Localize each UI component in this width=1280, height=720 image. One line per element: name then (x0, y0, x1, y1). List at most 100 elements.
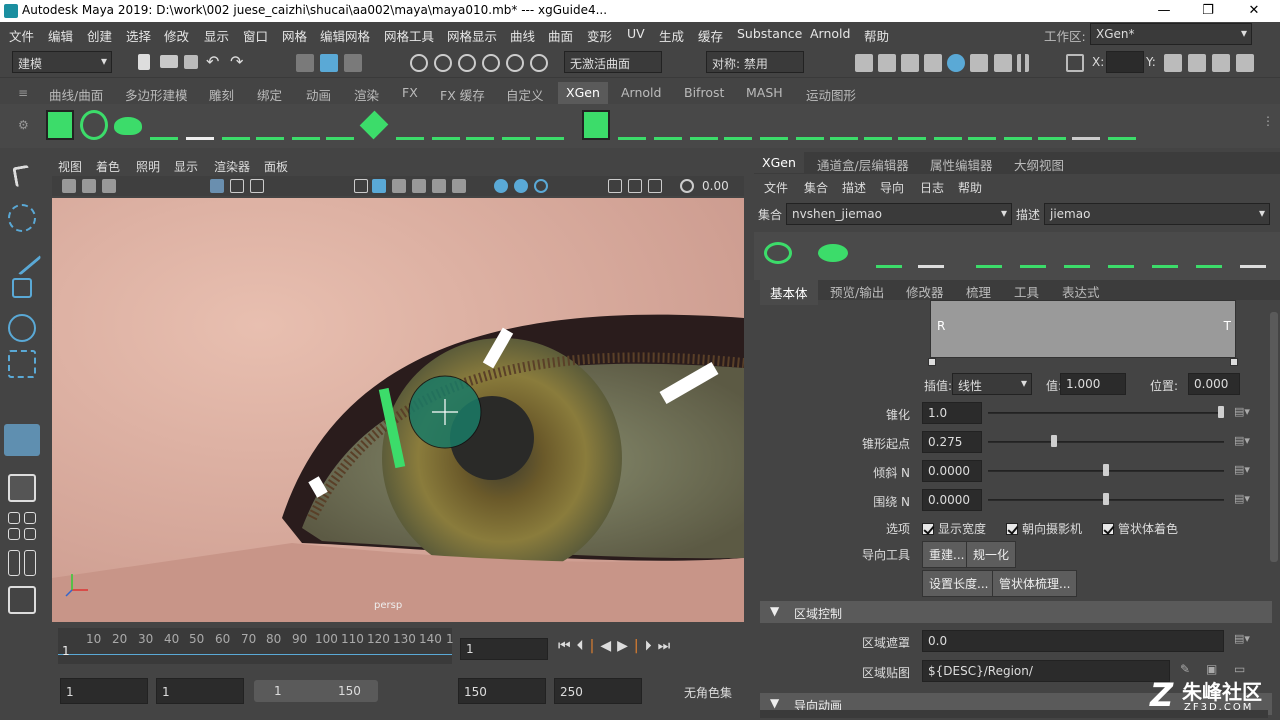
menu-edit-mesh[interactable]: 编辑网格 (320, 26, 370, 45)
viewport-menu-view[interactable]: 视图 (58, 158, 82, 175)
two-side-layout-icon[interactable] (24, 512, 36, 524)
show-channel-box-icon[interactable] (1236, 54, 1254, 72)
render-view-icon[interactable] (947, 54, 965, 72)
groom-place-icon[interactable] (654, 110, 682, 140)
exposure-icon[interactable] (680, 179, 694, 193)
wireframe-icon[interactable] (354, 179, 368, 193)
add-guide-icon[interactable] (150, 110, 178, 140)
guide-to-curve-icon[interactable] (466, 110, 494, 140)
groom-comb-icon[interactable] (690, 110, 718, 140)
sculpt-guide-icon[interactable] (1196, 240, 1222, 268)
option-tube-shade[interactable]: 管状体着色 (1102, 520, 1178, 537)
key-back-icon[interactable]: | (590, 638, 601, 654)
select-tool-icon[interactable] (12, 164, 32, 188)
shelf-tab-bifrost[interactable]: Bifrost (684, 85, 724, 100)
xgen-menu-file[interactable]: 文件 (764, 179, 788, 196)
menu-mesh[interactable]: 网格 (282, 26, 307, 45)
redo-icon[interactable]: ↷ (230, 52, 243, 71)
create-interactive-groom-icon[interactable] (818, 244, 848, 262)
scale-tool-icon[interactable] (8, 350, 36, 378)
lock-guide-icon[interactable] (1064, 240, 1090, 268)
show-guide-icon[interactable] (256, 110, 284, 140)
shelf-tab-sculpt[interactable]: 雕刻 (209, 85, 234, 104)
interp-dropdown[interactable]: 线性 ▾ (952, 373, 1032, 395)
shelf-tab-custom[interactable]: 自定义 (506, 85, 544, 104)
xray-icon[interactable] (514, 179, 528, 193)
ipr-render-icon[interactable] (878, 54, 896, 72)
lock-guide-icon[interactable] (292, 110, 320, 140)
save-scene-icon[interactable] (184, 55, 198, 69)
shelf-tab-fx-cache[interactable]: FX 缓存 (440, 85, 485, 104)
menu-edit[interactable]: 编辑 (48, 26, 73, 45)
shelf-tab-xgen[interactable]: XGen (558, 82, 608, 104)
attr-options-icon[interactable]: ▤▾ (1234, 492, 1250, 505)
snap-curve-icon[interactable] (434, 54, 452, 72)
create-interactive-groom-icon[interactable] (114, 117, 142, 135)
sculpt-guide-icon[interactable] (432, 110, 460, 140)
set-length-button[interactable]: 设置长度... (922, 570, 996, 597)
lasso-tool-icon[interactable] (8, 204, 36, 232)
transform-mode-icon[interactable] (1066, 54, 1084, 72)
menu-mesh-tools[interactable]: 网格工具 (384, 26, 434, 45)
guide-grass-icon[interactable] (1108, 240, 1134, 268)
option-face-camera[interactable]: 朝向摄影机 (1006, 520, 1082, 537)
ramp-position-input[interactable]: 0.000 (1188, 373, 1240, 395)
region-mask-input[interactable]: 0.0 (922, 630, 1224, 652)
menu-create[interactable]: 创建 (87, 26, 112, 45)
menu-help[interactable]: 帮助 (864, 26, 889, 45)
groom-clump-icon[interactable] (864, 110, 892, 140)
rebuild-guide-icon[interactable] (1152, 240, 1178, 268)
shelf-tab-mash[interactable]: MASH (746, 85, 783, 100)
rebuild-button[interactable]: 重建... (922, 541, 972, 568)
close-button[interactable]: ✕ (1244, 1, 1264, 21)
create-description-icon[interactable] (80, 110, 108, 140)
place-guide-icon[interactable] (918, 240, 944, 268)
start-time-input[interactable]: 1 (60, 678, 148, 704)
add-point-icon[interactable] (976, 240, 1002, 268)
go-to-end-icon[interactable]: ⏭ (658, 638, 677, 654)
go-to-start-icon[interactable]: ⏮ (558, 638, 577, 654)
attr-options-icon[interactable]: ▤▾ (1234, 434, 1250, 447)
persp-graph-layout-icon[interactable] (8, 550, 20, 576)
show-modeling-toolkit-icon[interactable] (1164, 54, 1182, 72)
time-slider[interactable]: 10 20 30 40 50 60 70 80 90 100 110 120 1… (52, 628, 752, 664)
ramp-value-input[interactable]: 1.000 (1060, 373, 1126, 395)
paint-map-icon[interactable]: ✎ (1180, 662, 1190, 676)
panel-tab-attribute-editor[interactable]: 属性编辑器 (930, 155, 993, 174)
groom-freeze-icon[interactable] (1038, 110, 1066, 140)
render-frame-icon[interactable] (855, 54, 873, 72)
sub-tab-grooming[interactable]: 梳理 (966, 282, 991, 301)
single-layout-icon[interactable] (8, 474, 36, 502)
camera-attributes-icon[interactable] (82, 179, 96, 193)
groom-select-icon[interactable] (1072, 110, 1100, 140)
gate-mask-icon[interactable] (608, 179, 622, 193)
xgen-menu-help[interactable]: 帮助 (958, 179, 982, 196)
menu-curves[interactable]: 曲线 (510, 26, 535, 45)
shelf-tab-rigging[interactable]: 绑定 (257, 85, 282, 104)
width-ramp[interactable]: R T (930, 300, 1236, 358)
persp-outliner-layout-icon[interactable] (24, 528, 36, 540)
export-guide-icon[interactable] (536, 110, 564, 140)
grid-icon[interactable] (210, 179, 224, 193)
attr-slider-knob[interactable] (1103, 464, 1109, 476)
sub-tab-modifiers[interactable]: 修改器 (906, 282, 944, 301)
menu-uv[interactable]: UV (627, 26, 645, 41)
groom-twist-icon[interactable] (934, 110, 962, 140)
sub-tab-preview-output[interactable]: 预览/输出 (830, 282, 884, 301)
create-description-icon[interactable] (764, 242, 792, 264)
shelf-scroll-icon[interactable]: ⋮ (1262, 114, 1274, 128)
shelf-gear-icon[interactable]: ⚙ (18, 118, 29, 132)
snap-point-icon[interactable] (458, 54, 476, 72)
show-tool-settings-icon[interactable] (1212, 54, 1230, 72)
shelf-tab-animation[interactable]: 动画 (306, 85, 331, 104)
rebuild-guide-icon[interactable] (396, 110, 424, 140)
attr-slider-knob[interactable] (1218, 406, 1224, 418)
groom-length-icon[interactable] (968, 110, 996, 140)
viewport-menu-renderer[interactable]: 渲染器 (214, 158, 250, 175)
attr-value-input[interactable]: 0.275 (922, 431, 982, 453)
move-tool-icon[interactable] (12, 278, 32, 298)
groom-density-icon[interactable] (618, 110, 646, 140)
isolate-select-icon[interactable] (494, 179, 508, 193)
select-by-object-icon[interactable] (320, 54, 338, 72)
viewport-persp[interactable]: persp (52, 198, 744, 622)
